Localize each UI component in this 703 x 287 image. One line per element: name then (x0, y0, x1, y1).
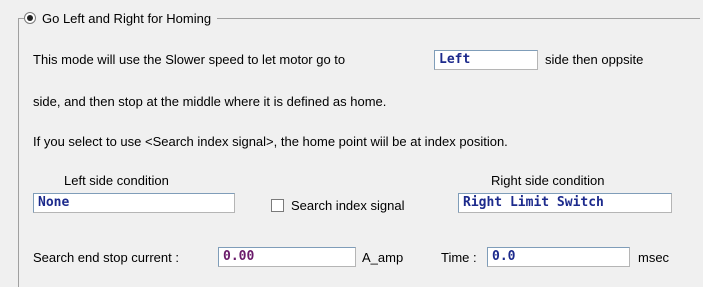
homing-mode-option[interactable]: Go Left and Right for Homing (24, 10, 218, 26)
description-line2: side, and then stop at the middle where … (33, 94, 387, 109)
time-field[interactable]: 0.0 (487, 247, 630, 267)
group-border-left (18, 18, 19, 287)
search-end-stop-current-label: Search end stop current : (33, 250, 179, 265)
search-index-label: Search index signal (291, 198, 405, 213)
description-line1-suffix: side then oppsite (545, 52, 644, 67)
search-index-checkbox[interactable] (271, 199, 284, 212)
current-unit-label: A_amp (362, 250, 404, 265)
right-side-condition-label: Right side condition (491, 173, 605, 188)
radio-button[interactable] (24, 12, 36, 24)
time-label: Time : (441, 250, 477, 265)
homing-mode-label: Go Left and Right for Homing (42, 10, 212, 26)
left-side-condition-field[interactable]: None (33, 193, 235, 213)
radio-selected-dot (27, 15, 33, 21)
right-side-condition-field[interactable]: Right Limit Switch (458, 193, 672, 213)
description-line1-prefix: This mode will use the Slower speed to l… (33, 52, 346, 67)
direction-field[interactable]: Left (434, 50, 538, 70)
left-side-condition-label: Left side condition (64, 173, 169, 188)
description-line3: If you select to use <Search index signa… (33, 134, 508, 149)
time-unit-label: msec (638, 250, 670, 265)
search-end-stop-current-field[interactable]: 0.00 (218, 247, 356, 267)
